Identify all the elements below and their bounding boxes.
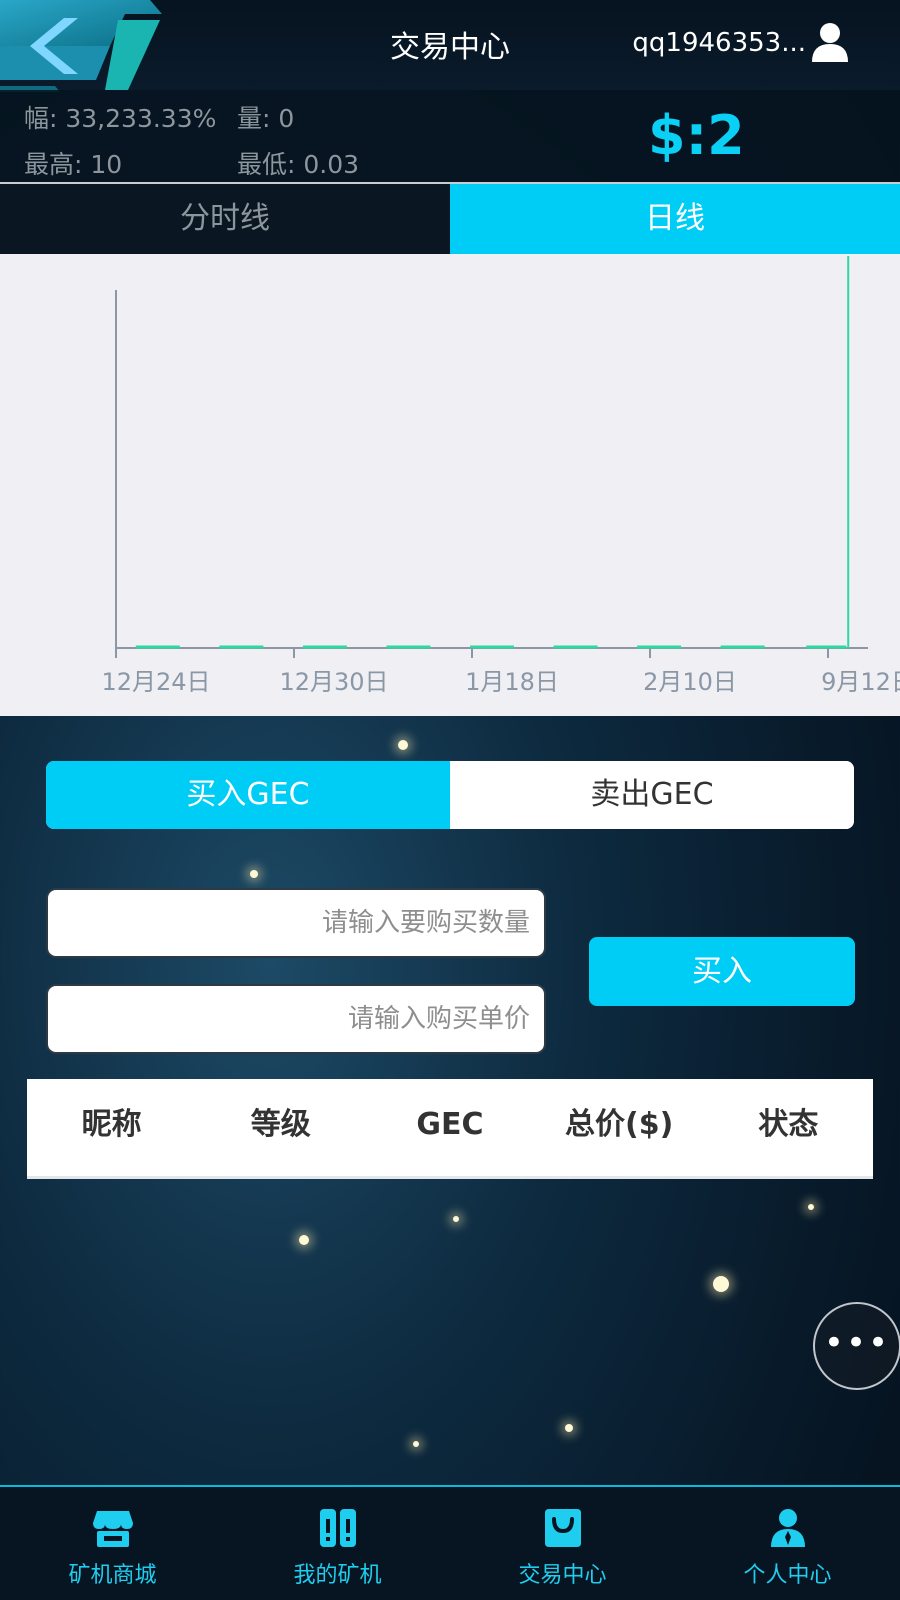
more-menu-button[interactable]: ••• — [813, 1302, 900, 1390]
buy-tab[interactable]: 买入GEC — [46, 761, 450, 829]
low-stat: 最低: 0.03 — [237, 150, 360, 179]
order-table: 昵称 等级 GEC 总价($) 状态 — [27, 1079, 873, 1179]
column-level: 等级 — [250, 1107, 311, 1142]
sell-tab[interactable]: 卖出GEC — [450, 761, 854, 829]
high-stat: 最高: 10 — [24, 150, 123, 179]
trade-toggle: 买入GEC 卖出GEC — [46, 761, 854, 829]
unit-price-input[interactable] — [46, 984, 546, 1054]
price-chart: 12月24日 12月30日 1月18日 2月10日 9月12日 — [0, 254, 900, 716]
x-tick-label: 2月10日 — [643, 668, 737, 696]
nav-label: 个人中心 — [743, 1563, 832, 1588]
x-tick-label: 12月30日 — [279, 668, 388, 696]
star-decoration — [413, 1441, 419, 1447]
nav-label: 矿机商城 — [68, 1563, 157, 1588]
nav-item-trade-center[interactable]: 交易中心 — [450, 1487, 675, 1600]
column-total-price: 总价($) — [565, 1107, 674, 1142]
tab-daily[interactable]: 日线 — [450, 184, 900, 254]
column-status: 状态 — [758, 1107, 819, 1142]
nav-label: 交易中心 — [518, 1563, 607, 1588]
quantity-input[interactable] — [46, 888, 546, 958]
miner-icon — [320, 1509, 356, 1547]
nav-label: 我的矿机 — [293, 1563, 382, 1588]
chart-tabs: 分时线 日线 — [0, 184, 900, 254]
chart-svg: 12月24日 12月30日 1月18日 2月10日 9月12日 — [101, 256, 900, 696]
star-decoration — [250, 870, 258, 878]
table-header-row: 昵称 等级 GEC 总价($) 状态 — [27, 1079, 873, 1176]
shopping-bag-icon — [545, 1509, 581, 1547]
star-decoration — [398, 740, 408, 750]
store-icon — [93, 1511, 133, 1547]
column-gec: GEC — [416, 1107, 484, 1142]
user-icon[interactable] — [810, 22, 850, 64]
star-decoration — [565, 1424, 573, 1432]
star-decoration — [453, 1216, 459, 1222]
header-bar: 交易中心 qq1946353... — [0, 0, 900, 92]
star-decoration — [713, 1276, 729, 1292]
username-label[interactable]: qq1946353... — [632, 28, 806, 58]
x-tick-label: 9月12日 — [821, 668, 900, 696]
bottom-nav: 矿机商城 我的矿机 交易中心 个人中心 — [0, 1485, 900, 1600]
market-stats: 幅: 33,233.33% 量: 0 最高: 10 最低: 0.03 $:2 — [0, 90, 900, 184]
x-tick-label: 12月24日 — [101, 668, 210, 696]
tab-timeshare[interactable]: 分时线 — [0, 184, 450, 254]
change-stat: 幅: 33,233.33% — [24, 104, 217, 133]
current-price: $:2 — [648, 104, 745, 167]
nav-item-personal-center[interactable]: 个人中心 — [675, 1487, 900, 1600]
nav-item-miner-store[interactable]: 矿机商城 — [0, 1487, 225, 1600]
buy-button[interactable]: 买入 — [589, 937, 855, 1006]
nav-item-my-miners[interactable]: 我的矿机 — [225, 1487, 450, 1600]
volume-stat: 量: 0 — [237, 104, 295, 133]
star-decoration — [299, 1235, 309, 1245]
x-tick-label: 1月18日 — [465, 668, 559, 696]
person-icon — [771, 1509, 805, 1547]
star-decoration — [808, 1204, 814, 1210]
column-nickname: 昵称 — [81, 1107, 142, 1142]
